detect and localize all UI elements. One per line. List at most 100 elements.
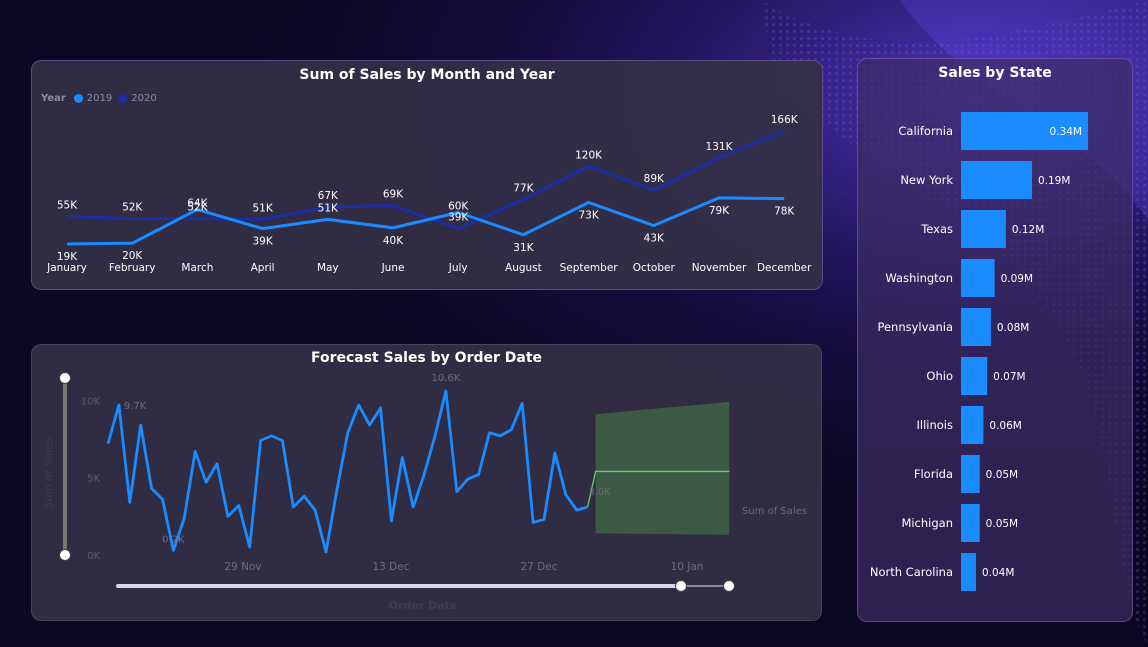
data-point-2019-june[interactable] (388, 223, 398, 233)
sales-data-point[interactable] (202, 478, 210, 486)
sales-by-state-panel: Sales by State California 0.34M New York 0.… (857, 58, 1133, 622)
category-label-florida: Florida (914, 467, 953, 481)
sales-data-point[interactable] (420, 471, 428, 479)
sales-data-point[interactable] (278, 437, 286, 445)
sales-data-point[interactable] (344, 429, 352, 437)
bar-washington[interactable] (961, 259, 995, 297)
sales-data-point[interactable] (246, 543, 254, 551)
category-label-pennsylvania: Pennsylvania (877, 320, 953, 334)
sales-data-point[interactable] (169, 546, 177, 554)
sales-data-point[interactable] (496, 432, 504, 440)
data-label-2019-october: 43K (644, 233, 665, 245)
data-point-2019-august[interactable] (518, 230, 528, 240)
sales-data-point[interactable] (551, 449, 559, 457)
bar-ohio[interactable] (961, 357, 988, 395)
data-point-2019-october[interactable] (649, 221, 659, 231)
forecast-panel: Forecast Sales by Order Date Sum of Sale… (31, 344, 822, 621)
data-point-2020-august[interactable] (518, 194, 528, 204)
data-point-2020-july[interactable] (453, 224, 463, 234)
data-point-2019-november[interactable] (714, 193, 724, 203)
sales-data-point[interactable] (224, 512, 232, 520)
data-point-2019-april[interactable] (258, 224, 268, 234)
data-point-2020-february[interactable] (127, 214, 137, 224)
sales-data-point[interactable] (398, 454, 406, 462)
series-line-2019 (66, 196, 785, 246)
sales-data-point[interactable] (104, 440, 112, 448)
y-tick-5k: 5K (87, 474, 100, 485)
sales-data-point[interactable] (377, 404, 385, 412)
data-label-2020-february: 52K (122, 202, 143, 214)
sales-data-point[interactable] (540, 515, 548, 523)
sales-data-point[interactable] (213, 460, 221, 468)
sales-data-point[interactable] (464, 475, 472, 483)
sales-data-point[interactable] (180, 514, 188, 522)
data-point-2020-june[interactable] (388, 201, 398, 211)
sales-data-point[interactable] (235, 501, 243, 509)
sales-data-point[interactable] (453, 488, 461, 496)
bar-value-label-washington: 0.09M (1001, 273, 1033, 285)
x-zoom-slider-left-handle[interactable] (675, 580, 687, 592)
bar-north-carolina[interactable] (961, 553, 976, 591)
sales-data-point[interactable] (507, 426, 515, 434)
sales-data-point[interactable] (409, 503, 417, 511)
y-zoom-slider-bottom-handle[interactable] (59, 549, 71, 561)
sales-data-point[interactable] (322, 548, 330, 556)
x-tick-september: September (560, 262, 619, 274)
data-point-2020-may[interactable] (323, 202, 333, 212)
data-label-2020-october: 89K (644, 173, 665, 185)
bar-florida[interactable] (961, 455, 980, 493)
x-tick-july: July (448, 262, 468, 274)
sales-data-point[interactable] (366, 421, 374, 429)
bar-michigan[interactable] (961, 504, 980, 542)
data-point-2019-may[interactable] (323, 214, 333, 224)
sales-data-point[interactable] (126, 498, 134, 506)
sales-data-point[interactable] (573, 506, 581, 514)
sales-data-point[interactable] (311, 506, 319, 514)
sales-data-point[interactable] (159, 495, 167, 503)
sales-data-point[interactable] (148, 484, 156, 492)
sales-data-point[interactable] (486, 429, 494, 437)
x-tick-10-jan: 10 Jan (671, 561, 704, 573)
data-point-2019-september[interactable] (584, 197, 594, 207)
y-zoom-slider-top-handle[interactable] (59, 372, 71, 384)
data-point-2020-march[interactable] (192, 214, 202, 224)
sales-data-point[interactable] (257, 437, 265, 445)
sales-data-point[interactable] (442, 387, 450, 395)
sales-data-point[interactable] (268, 432, 276, 440)
sales-data-point[interactable] (562, 491, 570, 499)
sales-data-point[interactable] (137, 421, 145, 429)
bar-texas[interactable] (961, 210, 1006, 248)
bar-illinois[interactable] (961, 406, 984, 444)
data-label-2020-july: 39K (448, 212, 469, 224)
data-point-2020-september[interactable] (584, 161, 594, 171)
data-point-2020-october[interactable] (649, 185, 659, 195)
data-label-2019-june: 40K (383, 235, 404, 247)
sales-data-point[interactable] (355, 401, 363, 409)
data-point-2019-january[interactable] (62, 239, 72, 249)
sales-data-point[interactable] (191, 447, 199, 455)
x-tick-13-dec: 13 Dec (372, 561, 409, 573)
sales-data-point[interactable] (115, 401, 123, 409)
data-point-2020-december[interactable] (779, 126, 789, 136)
bar-pennsylvania[interactable] (961, 308, 991, 346)
data-point-2019-february[interactable] (127, 238, 137, 248)
sales-data-point[interactable] (475, 471, 483, 479)
data-point-2020-november[interactable] (714, 153, 724, 163)
data-point-2019-december[interactable] (779, 194, 789, 204)
bar-value-label-new-york: 0.19M (1038, 175, 1070, 187)
sales-data-point[interactable] (289, 503, 297, 511)
forecast-confidence-band (595, 401, 730, 535)
sales-data-point[interactable] (584, 503, 592, 511)
sales-data-point[interactable] (300, 492, 308, 500)
bar-value-label-california: 0.34M (1050, 126, 1082, 138)
sales-data-point[interactable] (387, 517, 395, 525)
sales-data-point[interactable] (333, 486, 341, 494)
sales-data-point[interactable] (529, 519, 537, 527)
bar-new-york[interactable] (961, 161, 1032, 199)
data-point-2020-april[interactable] (258, 214, 268, 224)
sales-data-point[interactable] (518, 399, 526, 407)
max-value-label: 10.6K (431, 373, 460, 384)
data-point-2020-january[interactable] (62, 211, 72, 221)
x-zoom-slider-right-handle[interactable] (723, 580, 735, 592)
sales-data-point[interactable] (431, 432, 439, 440)
